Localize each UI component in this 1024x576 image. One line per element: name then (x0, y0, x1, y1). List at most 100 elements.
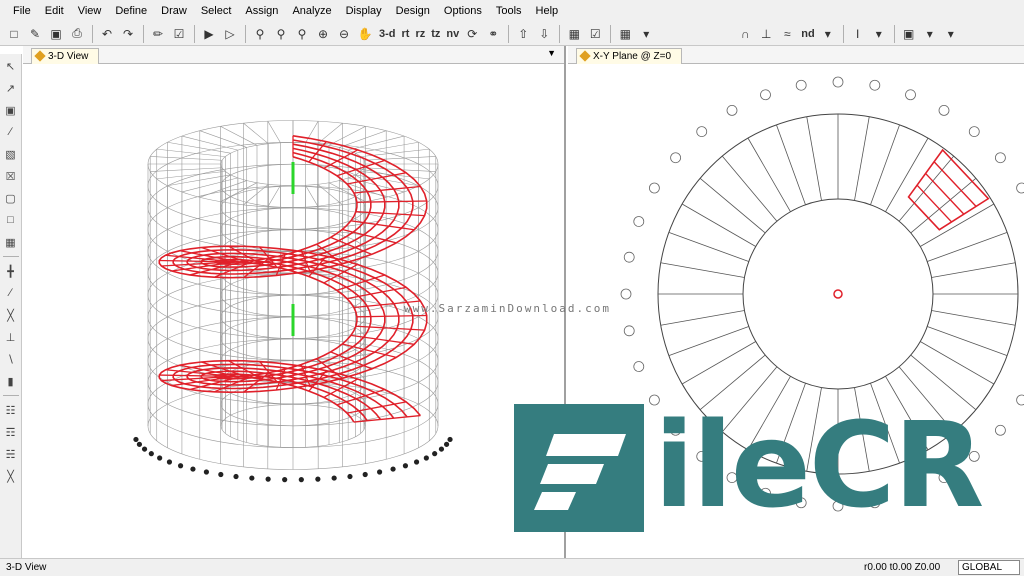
select-previous-icon[interactable]: ☶ (2, 422, 20, 442)
dropdown-arrow-icon[interactable]: ▾ (869, 24, 889, 44)
draw-line-icon[interactable]: ∕ (2, 122, 20, 142)
assign-icon[interactable]: ▦ (615, 24, 635, 44)
reshape-icon[interactable]: ↗ (2, 78, 20, 98)
print-icon[interactable]: ⎙ (67, 24, 87, 44)
spring-icon[interactable]: ≈ (777, 24, 797, 44)
select-intersect-icon[interactable]: ╳ (2, 466, 20, 486)
run-step-icon[interactable]: ▷ (220, 24, 240, 44)
new-file-icon[interactable]: □ (4, 24, 24, 44)
clear-selection-icon[interactable]: ☵ (2, 444, 20, 464)
radial-beam (721, 155, 778, 222)
select-all-icon[interactable]: ☷ (2, 400, 20, 420)
menu-define[interactable]: Define (108, 0, 154, 22)
coordinate-system-select[interactable]: GLOBAL (958, 560, 1020, 575)
edit-pencil-icon[interactable]: ✏ (148, 24, 168, 44)
run-analysis-icon[interactable]: ▶ (199, 24, 219, 44)
dropdown-arrow-icon[interactable]: ▾ (818, 24, 838, 44)
chevron-down-icon[interactable]: ▼ (547, 48, 556, 58)
show-checkbox-icon[interactable]: ☑ (585, 24, 605, 44)
support-node (315, 476, 321, 482)
draw-rect-area-icon[interactable]: □ (2, 210, 20, 230)
menu-draw[interactable]: Draw (154, 0, 194, 22)
grid-bubble (1016, 182, 1024, 194)
support-node (190, 466, 196, 472)
grid-beam (363, 156, 436, 161)
zoom-out-icon[interactable]: ⊖ (334, 24, 354, 44)
grid-beam (339, 130, 387, 148)
snap-perp-icon[interactable]: ⊥ (2, 327, 20, 347)
draw-cross-brace-icon[interactable]: ☒ (2, 166, 20, 186)
snap-end-icon[interactable]: ∕ (2, 283, 20, 303)
radial-beam (668, 232, 749, 262)
grid-bubble (832, 76, 844, 88)
nd-button[interactable]: nd (798, 24, 817, 44)
frame-icon[interactable]: ∩ (735, 24, 755, 44)
redo-icon[interactable]: ↷ (118, 24, 138, 44)
lock-icon[interactable]: ☑ (169, 24, 189, 44)
logo-f-icon (534, 434, 626, 510)
zoom-window-icon[interactable]: ⚲ (250, 24, 270, 44)
grid-beam (348, 135, 405, 151)
radial-beam (920, 341, 995, 385)
support-node (203, 469, 210, 475)
view-rt-button[interactable]: rt (399, 24, 413, 44)
move-up-icon[interactable]: ⇧ (513, 24, 533, 44)
grid-bubble (633, 216, 645, 227)
view-3d-button[interactable]: 3-d (376, 24, 399, 44)
snap-grid-icon[interactable]: ╋ (2, 261, 20, 281)
snap-intersect-icon[interactable]: ╳ (2, 305, 20, 325)
menu-help[interactable]: Help (529, 0, 566, 22)
menu-assign[interactable]: Assign (238, 0, 285, 22)
snap-line-icon[interactable]: ∖ (2, 349, 20, 369)
menu-select[interactable]: Select (194, 0, 239, 22)
toolbar-separator (610, 24, 612, 43)
grid-options-icon[interactable]: ▦ (564, 24, 584, 44)
support-node (331, 475, 337, 481)
draw-point-icon[interactable]: ▣ (2, 100, 20, 120)
section-i-icon[interactable]: I (848, 24, 868, 44)
menu-tools[interactable]: Tools (489, 0, 529, 22)
menu-display[interactable]: Display (339, 0, 389, 22)
support-node (133, 436, 139, 443)
support-node (233, 473, 239, 480)
open-file-icon[interactable]: ✎ (25, 24, 45, 44)
undo-icon[interactable]: ↶ (97, 24, 117, 44)
menu-edit[interactable]: Edit (38, 0, 71, 22)
zoom-full-icon[interactable]: ⚲ (292, 24, 312, 44)
draw-brace-icon[interactable]: ▧ (2, 144, 20, 164)
rotate-view-icon[interactable]: ⟳ (462, 24, 482, 44)
view-nv-button[interactable]: nv (443, 24, 462, 44)
pointer-icon[interactable]: ↖ (2, 56, 20, 76)
tab-plan-view-label: X-Y Plane @ Z=0 (593, 51, 672, 62)
inner-ring (742, 198, 934, 390)
save-icon[interactable]: ▣ (46, 24, 66, 44)
support-node (282, 477, 288, 483)
menu-design[interactable]: Design (389, 0, 437, 22)
tab-3d-view[interactable]: 3-D View (31, 48, 100, 64)
menu-options[interactable]: Options (437, 0, 489, 22)
dropdown-arrow-icon[interactable]: ▾ (636, 24, 656, 44)
menu-view[interactable]: View (71, 0, 109, 22)
zoom-restore-icon[interactable]: ⚲ (271, 24, 291, 44)
grid-beam (305, 185, 319, 207)
menu-analyze[interactable]: Analyze (285, 0, 338, 22)
dropdown-arrow-icon[interactable]: ▾ (920, 24, 940, 44)
view-rz-button[interactable]: rz (412, 24, 428, 44)
snap-edge-icon[interactable]: ▮ (2, 371, 20, 391)
grid-bubble (623, 251, 635, 263)
draw-area-icon[interactable]: ▢ (2, 188, 20, 208)
view-tz-button[interactable]: tz (428, 24, 443, 44)
toolbar-separator (245, 24, 246, 43)
zoom-in-icon[interactable]: ⊕ (313, 24, 333, 44)
perspective-icon[interactable]: ⚭ (483, 24, 503, 44)
grid-bubble (938, 105, 950, 116)
move-down-icon[interactable]: ⇩ (534, 24, 554, 44)
pan-hand-icon[interactable]: ✋ (355, 24, 375, 44)
tab-plan-view[interactable]: X-Y Plane @ Z=0 (576, 48, 683, 64)
ramp-rib (355, 325, 425, 331)
menu-file[interactable]: File (6, 0, 38, 22)
toolbar-more-icon[interactable]: ▾ (941, 24, 961, 44)
draw-grid-area-icon[interactable]: ▦ (2, 232, 20, 252)
restraint-icon[interactable]: ⊥ (756, 24, 776, 44)
area-section-icon[interactable]: ▣ (899, 24, 919, 44)
